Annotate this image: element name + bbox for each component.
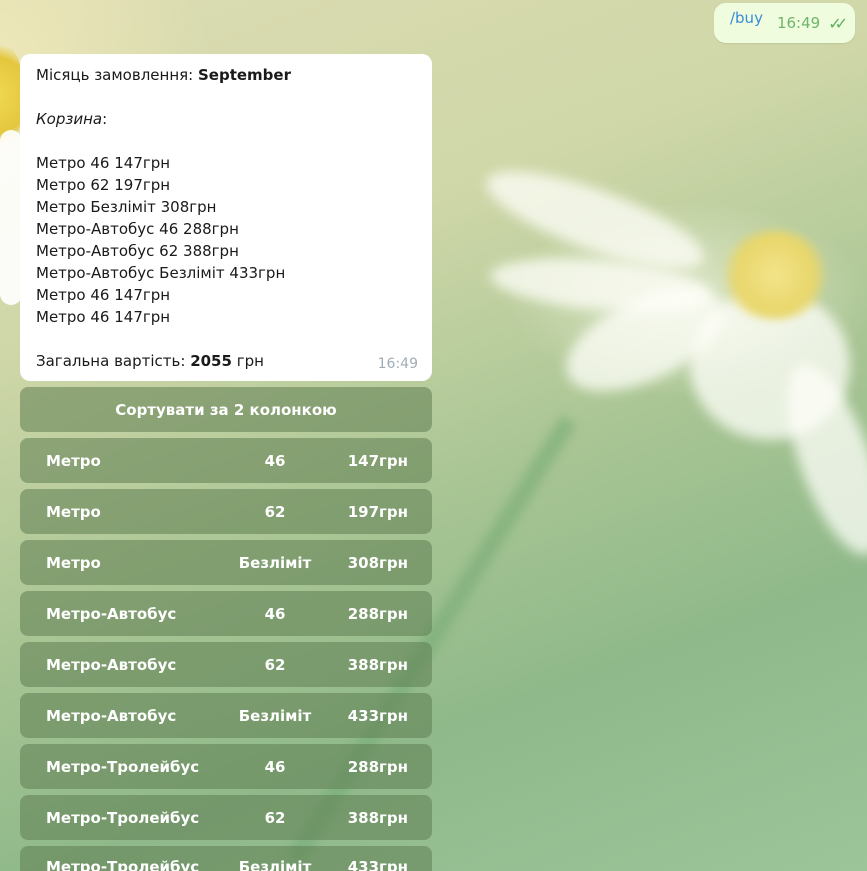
order-total-value: 2055 — [190, 352, 232, 370]
ticket-type: Метро — [46, 451, 101, 470]
ticket-row-button[interactable]: Метро-Автобус 62 388грн — [20, 642, 432, 687]
cart-item: Метро 46 147грн — [36, 308, 171, 326]
ticket-row-button[interactable]: Метро 46 147грн — [20, 438, 432, 483]
cart-colon: : — [102, 110, 108, 128]
incoming-message-time: 16:49 — [377, 356, 418, 372]
ticket-row-button[interactable]: Метро-Тролейбус 62 388грн — [20, 795, 432, 840]
ticket-zone: 46 — [264, 757, 286, 776]
ticket-type: Метро-Автобус — [46, 655, 177, 674]
incoming-message[interactable]: Місяць замовлення: September Корзина: Ме… — [20, 54, 432, 381]
ticket-zone: Безліміт — [238, 706, 312, 725]
order-month-label: Місяць замовлення: — [36, 66, 198, 84]
ticket-type: Метро — [46, 502, 101, 521]
ticket-type: Метро-Тролейбус — [46, 757, 200, 776]
cart-item: Метро 46 147грн — [36, 286, 171, 304]
ticket-type: Метро-Автобус — [46, 604, 177, 623]
cart-item: Метро 46 147грн — [36, 154, 171, 172]
ticket-price: 433грн — [347, 706, 408, 725]
cart-item: Метро-Автобус Безліміт 433грн — [36, 264, 286, 282]
order-month-value: September — [197, 66, 291, 84]
ticket-price: 308грн — [347, 553, 408, 572]
cart-heading: Корзина: — [36, 108, 416, 130]
ticket-price: 388грн — [347, 655, 408, 674]
outgoing-message[interactable]: /buy 16:49 ✓✓ — [713, 3, 855, 43]
order-month: Місяць замовлення: September — [36, 64, 416, 86]
background-flower-center — [720, 230, 830, 320]
ticket-price: 288грн — [347, 757, 408, 776]
ticket-row-button[interactable]: Метро-Тролейбус Безліміт 433грн — [20, 846, 432, 871]
ticket-type: Метро-Автобус — [46, 706, 177, 725]
ticket-price: 197грн — [347, 502, 408, 521]
double-check-icon: ✓✓ — [828, 13, 848, 33]
ticket-type: Метро-Тролейбус — [46, 858, 200, 871]
order-total-label: Загальна вартість: — [36, 352, 191, 370]
cart-label: Корзина — [36, 110, 103, 128]
ticket-zone: 62 — [264, 502, 286, 521]
cart-item: Метро 62 197грн — [36, 176, 171, 194]
cart-item: Метро Безліміт 308грн — [36, 198, 217, 216]
ticket-price: 288грн — [347, 604, 408, 623]
ticket-type: Метро — [46, 553, 101, 572]
cart-item: Метро-Автобус 62 388грн — [36, 242, 239, 260]
ticket-type: Метро-Тролейбус — [46, 808, 200, 827]
ticket-zone: 62 — [264, 655, 286, 674]
ticket-zone: Безліміт — [238, 553, 312, 572]
background-petal — [0, 130, 22, 305]
ticket-zone: Безліміт — [238, 858, 312, 871]
ticket-row-button[interactable]: Метро-Автобус 46 288грн — [20, 591, 432, 636]
order-total-unit: грн — [231, 352, 264, 370]
ticket-row-button[interactable]: Метро Безліміт 308грн — [20, 540, 432, 585]
ticket-price: 147грн — [347, 451, 408, 470]
ticket-row-button[interactable]: Метро-Тролейбус 46 288грн — [20, 744, 432, 789]
ticket-zone: 62 — [264, 808, 286, 827]
cart-item: Метро-Автобус 46 288грн — [36, 220, 239, 238]
order-total: Загальна вартість: 2055 грн — [36, 350, 416, 372]
ticket-zone: 46 — [264, 604, 286, 623]
ticket-price: 388грн — [347, 808, 408, 827]
outgoing-message-time: 16:49 — [776, 14, 821, 32]
ticket-zone: 46 — [264, 451, 286, 470]
ticket-price: 433грн — [347, 858, 408, 871]
ticket-row-button[interactable]: Метро-Автобус Безліміт 433грн — [20, 693, 432, 738]
sort-button-label: Сортувати за 2 колонкою — [115, 400, 337, 419]
outgoing-message-text: /buy — [729, 9, 763, 27]
ticket-row-button[interactable]: Метро 62 197грн — [20, 489, 432, 534]
sort-by-column-button[interactable]: Сортувати за 2 колонкою — [20, 387, 432, 432]
